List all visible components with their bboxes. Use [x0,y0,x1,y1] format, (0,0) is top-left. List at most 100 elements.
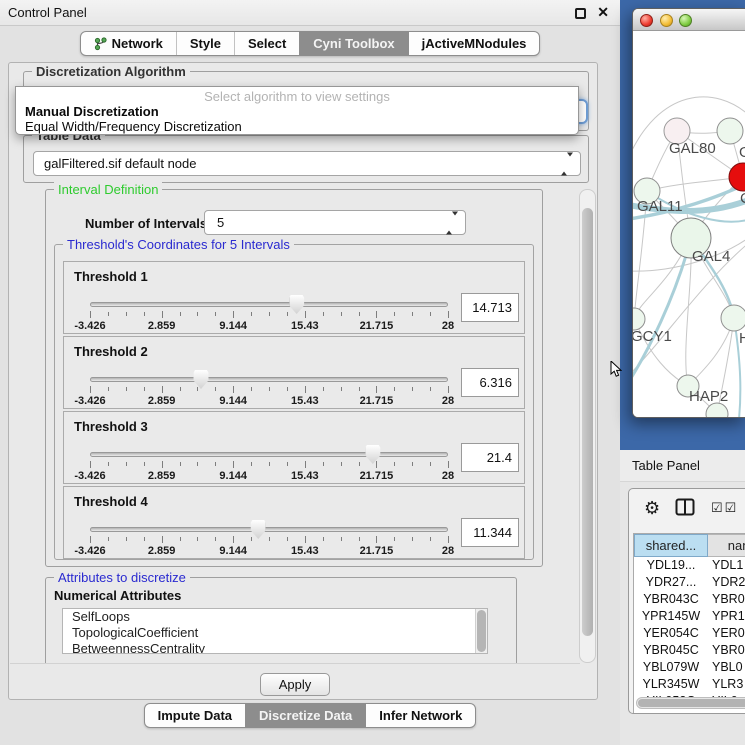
tick-label: 15.43 [291,470,319,482]
cell-name: YBL0 [708,659,743,676]
tick-mark [251,312,252,316]
network-edge[interactable] [647,177,743,191]
tick-mark [233,386,234,393]
tab-style[interactable]: Style [176,32,234,55]
apply-button[interactable]: Apply [260,673,330,696]
column-layout-icon[interactable] [675,498,695,521]
table-horizontal-scrollbar[interactable] [636,697,745,709]
tick-mark [287,462,288,466]
threshold-value-field[interactable] [461,293,519,322]
slider-tick-labels: -3.4262.8599.14415.4321.71528 [90,320,448,332]
tick-label: 21.715 [360,320,394,332]
close-traffic-light-icon[interactable] [640,14,653,27]
tab-impute-data[interactable]: Impute Data [145,704,245,727]
node-right-mid[interactable] [721,305,745,331]
tick-mark [412,462,413,466]
node-label-gal11: GAL11 [637,198,683,215]
tick-mark [394,387,395,391]
tick-mark [376,386,377,393]
tick-mark [180,387,181,391]
gear-icon[interactable]: ⚙ [644,497,660,519]
checkbox-icons[interactable]: ☑☑ [711,500,738,516]
network-edge[interactable] [686,238,691,386]
node-label-gcy1: GCY1 [633,328,672,345]
dropdown-option-manual-discretization[interactable]: Manual Discretization [16,104,578,119]
attribute-item-selfloops[interactable]: SelfLoops [63,609,487,625]
threshold-label: Threshold 4 [74,494,148,509]
tick-mark [108,387,109,391]
dropdown-option-equal-width-frequency-discretization[interactable]: Equal Width/Frequency Discretization [16,119,578,134]
tab-label: Style [190,36,221,51]
slider-track[interactable] [90,377,448,382]
slider-ticks [90,461,448,469]
table-row[interactable]: YDR27...YDR2 [634,574,745,591]
threshold-slider[interactable]: -3.4262.8599.14415.4321.71528 [90,377,448,407]
node-top-right[interactable] [717,118,743,144]
attribute-item-topologicalcoefficient[interactable]: TopologicalCoefficient [63,625,487,641]
table-row[interactable]: YDL19...YDL1 [634,557,745,574]
table-row[interactable]: YBR045CYBR0 [634,642,745,659]
slider-track[interactable] [90,527,448,532]
attributes-to-discretize-group: Attributes to discretize Numerical Attri… [45,577,517,677]
threshold-slider[interactable]: -3.4262.8599.14415.4321.71528 [90,527,448,557]
panel-vertical-scrollbar[interactable] [579,189,596,663]
scrollbar-thumb[interactable] [582,208,593,636]
table-row[interactable]: YLR345WYLR3 [634,676,745,693]
tick-mark [323,387,324,391]
tab-label: Impute Data [158,708,232,723]
table-row[interactable]: YER054CYER0 [634,625,745,642]
tick-mark [197,462,198,466]
numerical-attributes-label: Numerical Attributes [54,588,181,603]
tick-mark [341,387,342,391]
number-of-intervals-combobox[interactable]: 5 [204,210,466,235]
tick-mark [144,312,145,316]
tab-label: Network [112,36,163,51]
threshold-value-field[interactable] [461,368,519,397]
threshold-slider[interactable]: -3.4262.8599.14415.4321.71528 [90,302,448,332]
list-scrollbar[interactable] [475,609,487,653]
tab-select[interactable]: Select [234,32,299,55]
node-bottom[interactable] [706,403,728,418]
slider-track[interactable] [90,452,448,457]
table-row[interactable]: YBL079WYBL0 [634,659,745,676]
tab-jactivemnodules[interactable]: jActiveMNodules [408,32,540,55]
threshold-value-field[interactable] [461,518,519,547]
node-gcy1[interactable] [633,308,645,330]
tick-mark [144,387,145,391]
scrollbar-thumb[interactable] [638,699,745,707]
column-header-shared-name[interactable]: shared... [634,534,708,557]
tick-mark [90,386,91,393]
tick-mark [90,311,91,318]
table-row[interactable]: YBR043CYBR0 [634,591,745,608]
tab-cyni-toolbox[interactable]: Cyni Toolbox [299,32,407,55]
tick-mark [180,312,181,316]
combobox-value: 5 [217,211,224,234]
node-label-ga: GA [739,144,745,161]
node-red[interactable] [729,163,745,191]
slider-track[interactable] [90,302,448,307]
tab-discretize-data[interactable]: Discretize Data [245,704,365,727]
table-data-combobox[interactable]: galFiltered.sif default node [33,151,581,176]
minimize-traffic-light-icon[interactable] [660,14,673,27]
tick-mark [341,462,342,466]
cell-shared-name: YBR043C [634,591,708,608]
network-view-window[interactable]: GAL80GACGAL11GAL4GCY1HHAP2 [632,8,745,418]
float-window-icon[interactable] [575,8,586,19]
close-icon[interactable]: ✕ [597,4,609,21]
tab-network[interactable]: Network [81,32,176,55]
zoom-traffic-light-icon[interactable] [679,14,692,27]
tab-infer-network[interactable]: Infer Network [365,704,475,727]
slider-ticks [90,311,448,319]
table-panel: ⚙ ☑☑ shared... name YDL19...YDL1YDR27...… [628,488,745,714]
threshold-slider[interactable]: -3.4262.8599.14415.4321.71528 [90,452,448,482]
numerical-attributes-list[interactable]: SelfLoopsTopologicalCoefficientBetweenne… [62,608,488,654]
tick-mark [359,312,360,316]
network-canvas[interactable]: GAL80GACGAL11GAL4GCY1HHAP2 [633,31,745,417]
column-header-name[interactable]: name [708,534,745,557]
attribute-item-betweennesscentrality[interactable]: BetweennessCentrality [63,641,487,654]
tick-mark [376,536,377,543]
threshold-value-field[interactable] [461,443,519,472]
table-row[interactable]: YPR145WYPR1 [634,608,745,625]
cell-shared-name: YDL19... [634,557,708,574]
table-panel-title: Table Panel [632,450,700,482]
